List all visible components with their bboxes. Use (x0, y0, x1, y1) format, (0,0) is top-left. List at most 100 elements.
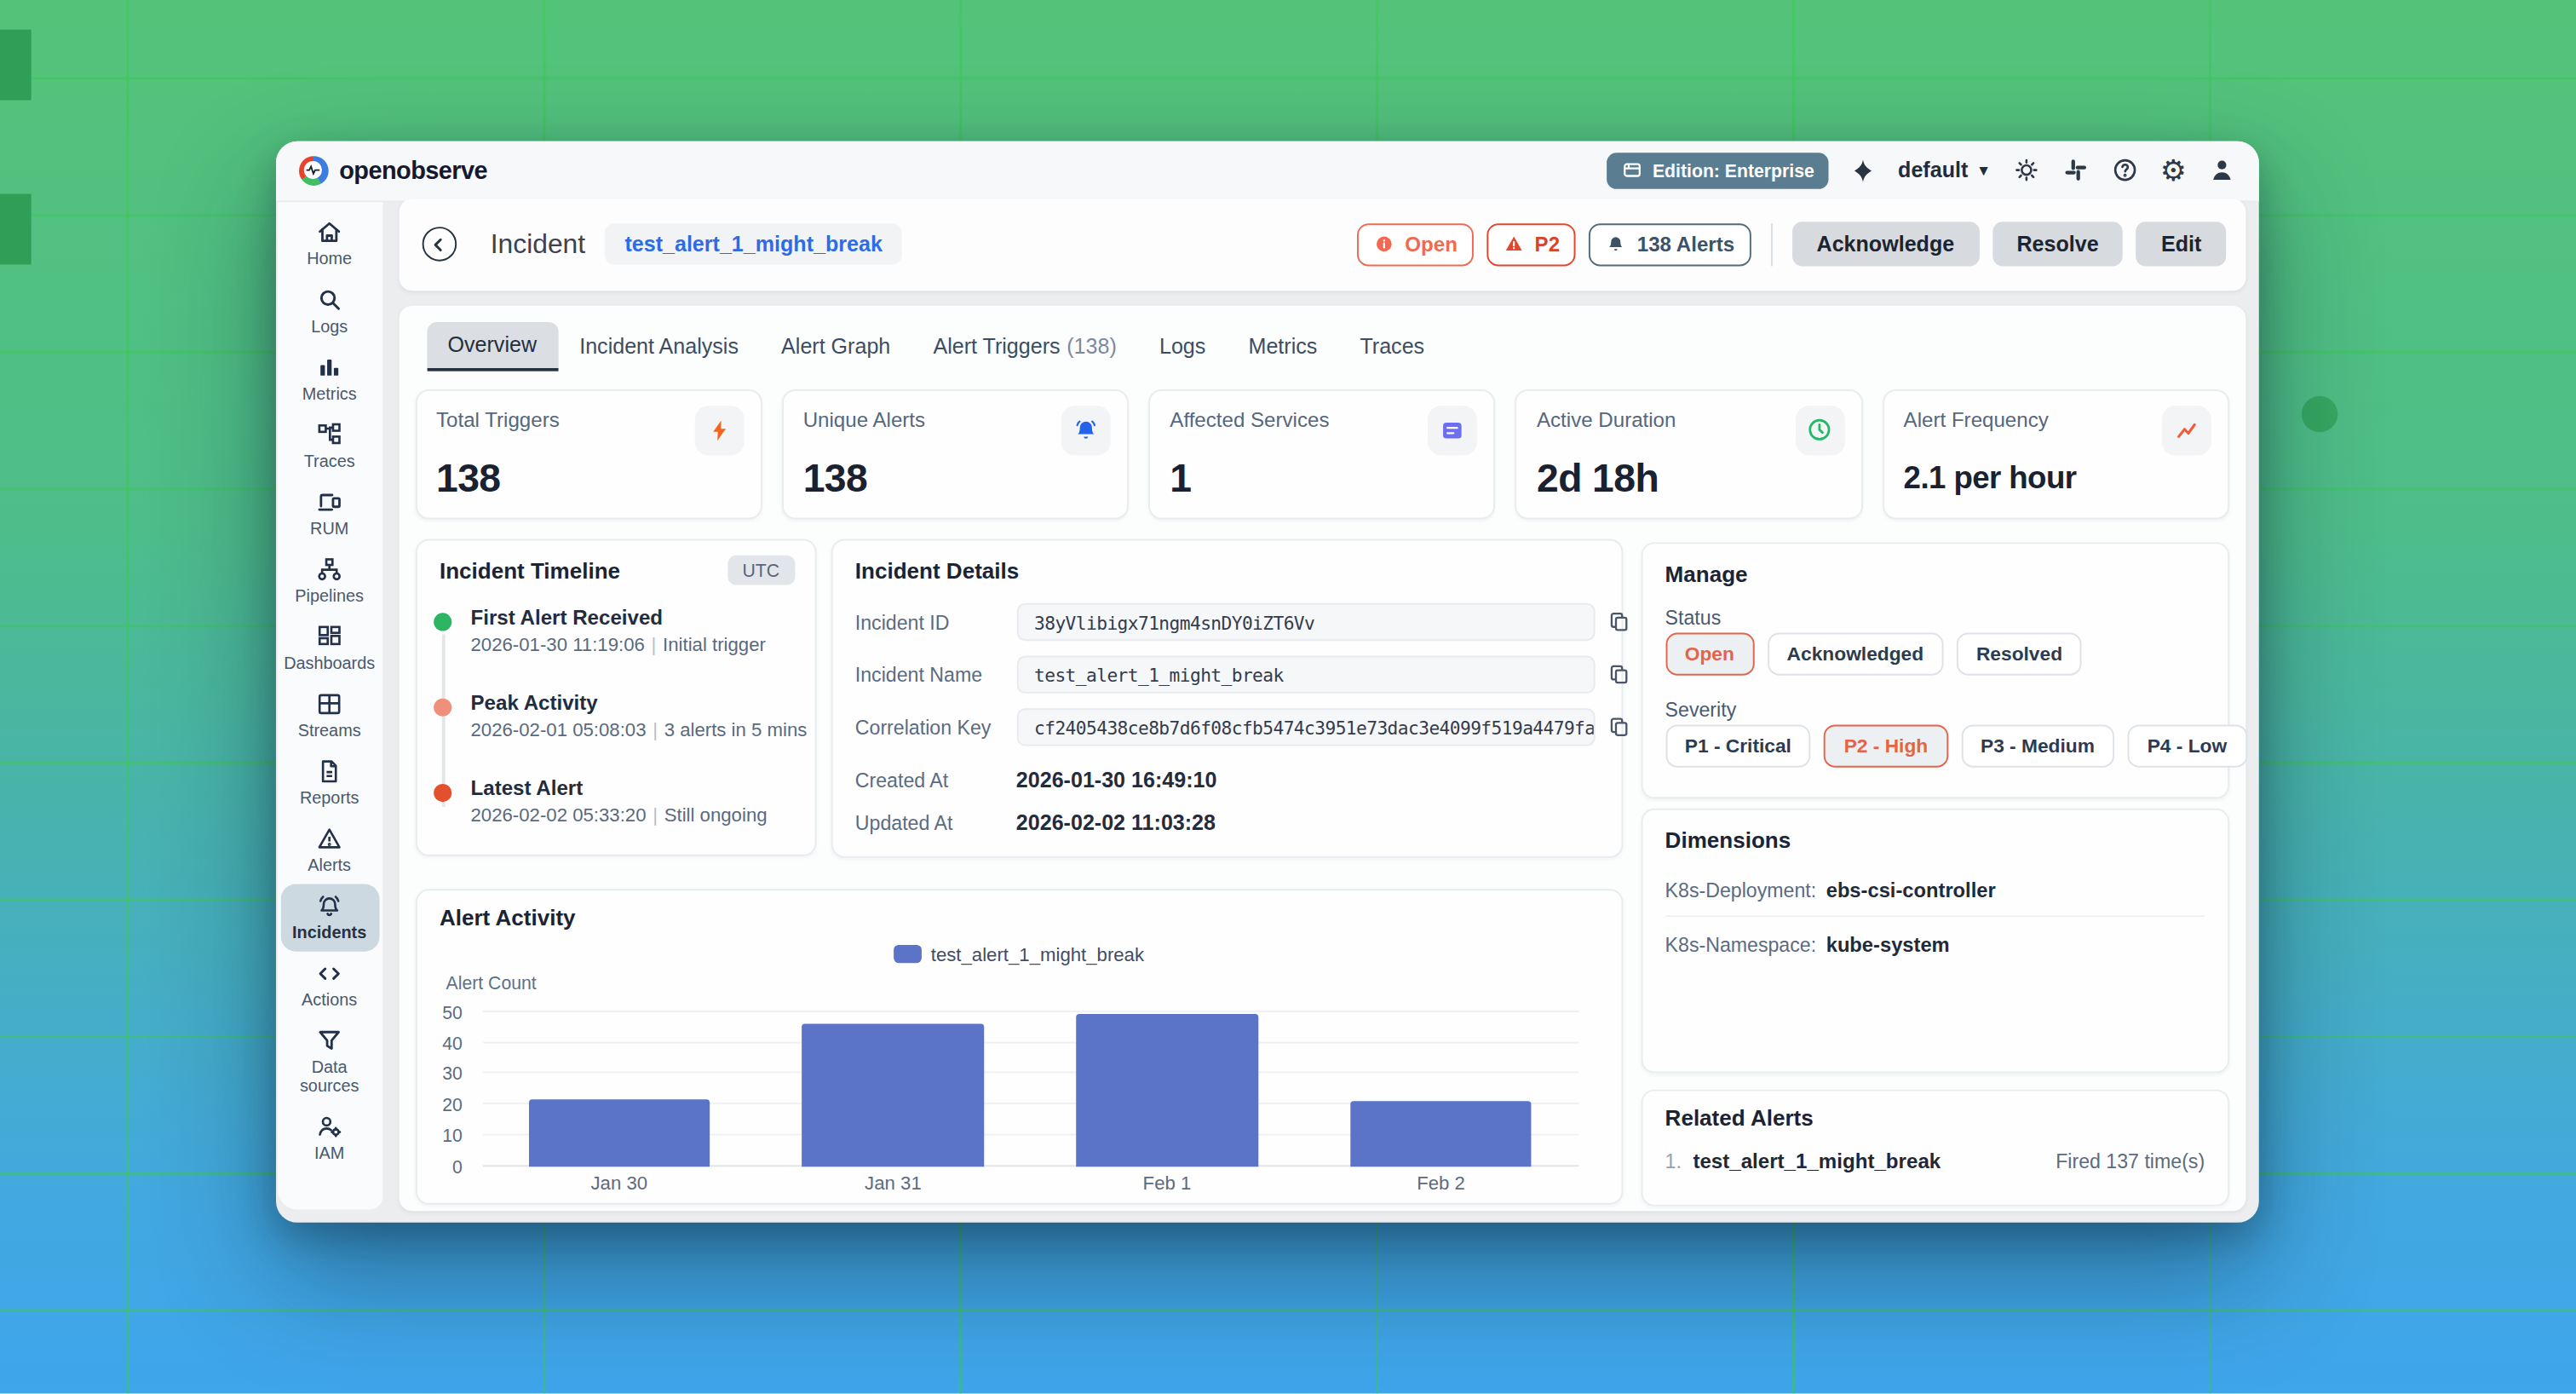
timeline-event-time: 2026-01-30 11:19:06|Initial trigger (471, 635, 766, 654)
incident-name-field[interactable]: test_alert_1_might_break (1016, 656, 1595, 694)
field-label: Created At (855, 769, 948, 792)
wallpaper-accent-dot (2302, 396, 2337, 432)
desktop: openobserve Edition: Enterprise default … (0, 0, 2576, 1394)
stat-active-duration: Active Duration 2d 18h (1515, 389, 1863, 518)
edit-button[interactable]: Edit (2136, 222, 2226, 267)
timeline-dot-salmon (434, 699, 451, 717)
copy-icon[interactable] (1606, 662, 1630, 687)
severity-option-p3[interactable]: P3 - Medium (1961, 725, 2114, 768)
back-button[interactable] (422, 227, 457, 261)
severity-option-p4[interactable]: P4 - Low (2128, 725, 2247, 768)
sidebar-item-streams[interactable]: Streams (280, 682, 379, 749)
related-alert-name: test_alert_1_might_break (1693, 1150, 1941, 1173)
alert-activity-plot (482, 1011, 1578, 1166)
clock-icon (1806, 416, 1834, 444)
created-at-value: 2026-01-30 16:49:10 (1016, 768, 1217, 792)
timezone-badge: UTC (727, 556, 794, 585)
timeline-event-title: Peak Activity (471, 692, 598, 715)
legend-swatch (893, 945, 921, 963)
chart-legend[interactable]: test_alert_1_might_break (417, 944, 1621, 964)
incident-alert-name-link[interactable]: test_alert_1_might_break (605, 223, 902, 264)
laptop-icon (315, 487, 343, 516)
y-axis-label: Alert Count (446, 972, 537, 992)
tab-label: Logs (1159, 334, 1205, 359)
card-title: Related Alerts (1665, 1106, 1814, 1131)
sidebar-item-reports[interactable]: Reports (280, 749, 379, 816)
tab-overview[interactable]: Overview (426, 321, 558, 371)
sidebar-item-alerts[interactable]: Alerts (280, 816, 379, 884)
x-tick-label: Feb 2 (1350, 1172, 1532, 1192)
tab-metrics[interactable]: Metrics (1227, 321, 1338, 371)
sidebar-item-iam[interactable]: IAM (280, 1103, 379, 1171)
divider (1771, 223, 1773, 266)
y-axis-ticks: 01020304050 (417, 1011, 473, 1166)
info-circle-icon (1374, 233, 1395, 255)
incident-id-field[interactable]: 38yVlibigx71ngm4snDY0iZT6Vv (1016, 603, 1595, 641)
severity-option-p1[interactable]: P1 - Critical (1665, 725, 1811, 768)
dimension-row: K8s-Deployment:ebs-csi-controller (1665, 879, 1996, 902)
sidebar-item-incidents[interactable]: Incidents (280, 884, 379, 951)
sidebar: Home Logs Metrics Traces RUM Pipelines (277, 201, 382, 1208)
divider (1665, 915, 2205, 917)
stat-label: Active Duration (1537, 408, 1676, 431)
stat-label: Affected Services (1170, 408, 1329, 431)
timeline-event-title: First Alert Received (471, 607, 664, 630)
resolve-button[interactable]: Resolve (1992, 222, 2124, 267)
wallpaper-accent-rect (0, 30, 32, 101)
warning-triangle-icon (1504, 233, 1525, 255)
sidebar-item-label: RUM (310, 519, 348, 537)
search-icon (315, 285, 343, 314)
correlation-key-field[interactable]: cf2405438ce8b7d6f08cfb5474c3951e73dac3e4… (1016, 708, 1595, 746)
tab-logs[interactable]: Logs (1138, 321, 1228, 371)
stat-total-triggers: Total Triggers 138 (415, 389, 762, 518)
tab-traces[interactable]: Traces (1338, 321, 1446, 371)
timeline-dot-green (434, 613, 451, 631)
stat-value: 138 (436, 454, 501, 500)
chart-bar (1076, 1015, 1258, 1167)
bar-chart-icon (315, 353, 343, 381)
tab-label: Alert Triggers (933, 334, 1060, 359)
sidebar-item-traces[interactable]: Traces (280, 412, 379, 479)
tab-alert-triggers[interactable]: Alert Triggers(138) (911, 321, 1138, 371)
sidebar-item-label: Traces (304, 452, 355, 469)
sidebar-item-rum[interactable]: RUM (280, 479, 379, 546)
copy-icon[interactable] (1606, 715, 1630, 740)
acknowledge-button[interactable]: Acknowledge (1792, 222, 1979, 267)
card-title: Dimensions (1665, 828, 1791, 853)
tab-incident-analysis[interactable]: Incident Analysis (558, 321, 760, 371)
sidebar-item-label: Dashboards (284, 654, 375, 671)
timeline-event-time: 2026-02-02 05:33:20|Still ongoing (471, 805, 768, 825)
status-option-acknowledged[interactable]: Acknowledged (1767, 633, 1943, 676)
sidebar-item-data-sources[interactable]: Data sources (280, 1018, 379, 1103)
bell-icon (315, 891, 343, 919)
severity-option-p2[interactable]: P2 - High (1824, 725, 1947, 768)
card-title: Incident Timeline (440, 559, 620, 584)
x-axis-labels: Jan 30Jan 31Feb 1Feb 2 (482, 1172, 1578, 1192)
wallpaper-accent-rect (0, 194, 32, 265)
status-option-open[interactable]: Open (1665, 633, 1754, 676)
stat-value: 138 (803, 454, 868, 500)
status-option-resolved[interactable]: Resolved (1957, 633, 2082, 676)
copy-icon[interactable] (1606, 610, 1630, 635)
sidebar-item-logs[interactable]: Logs (280, 277, 379, 344)
related-alert-fired-count: Fired 137 time(s) (2056, 1150, 2205, 1173)
sidebar-item-label: Actions (302, 990, 357, 1008)
updated-at-value: 2026-02-02 11:03:28 (1016, 810, 1216, 835)
sidebar-item-dashboards[interactable]: Dashboards (280, 614, 379, 682)
incident-timeline-card: Incident Timeline UTC First Alert Receiv… (415, 539, 816, 856)
card-title: Incident Details (855, 559, 1019, 584)
y-tick-label: 30 (442, 1064, 463, 1084)
related-alerts-card: Related Alerts 1. test_alert_1_might_bre… (1641, 1090, 2229, 1207)
card-title: Alert Activity (440, 905, 576, 930)
sidebar-item-metrics[interactable]: Metrics (280, 344, 379, 412)
sidebar-item-label: Metrics (302, 384, 357, 402)
funnel-icon (315, 1027, 343, 1055)
sidebar-item-pipelines[interactable]: Pipelines (280, 546, 379, 613)
severity-badge-p2: P2 (1487, 223, 1577, 266)
related-alert-row[interactable]: 1. test_alert_1_might_break Fired 137 ti… (1665, 1150, 2205, 1173)
sidebar-item-home[interactable]: Home (280, 210, 379, 277)
alerts-count-badge[interactable]: 138 Alerts (1590, 223, 1751, 266)
sidebar-item-actions[interactable]: Actions (280, 951, 379, 1018)
tab-alert-graph[interactable]: Alert Graph (760, 321, 911, 371)
severity-section-label: Severity (1665, 699, 1737, 722)
